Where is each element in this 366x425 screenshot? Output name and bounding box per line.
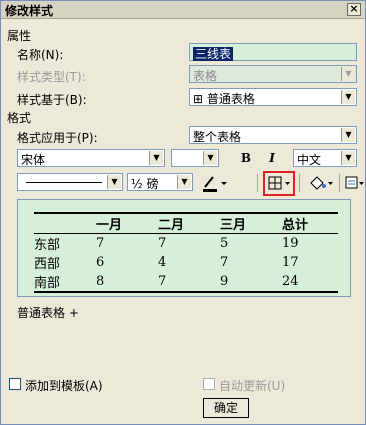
name-value: 三线表 (193, 47, 234, 61)
preview-header-cell: 二月 (158, 212, 220, 234)
chevron-down-icon: ▼ (107, 175, 121, 189)
based-on-label: 样式基于(B): (17, 93, 87, 107)
preview-cell: 南部 (34, 272, 96, 293)
dialog-title: 修改样式 (5, 4, 54, 18)
preview-cell: 19 (282, 236, 299, 251)
toolbar-separator (299, 174, 300, 192)
preview-cell: 6 (96, 255, 105, 270)
preview-header-cell: 总计 (282, 212, 338, 234)
chevron-down-icon: ▼ (341, 128, 355, 142)
style-type-value: 表格 (193, 69, 218, 83)
font-size-select[interactable]: ▼ (171, 149, 219, 167)
auto-update-checkbox[interactable] (203, 378, 215, 390)
font-select[interactable]: 宋体 ▼ (17, 149, 165, 167)
preview-cell: 24 (282, 272, 338, 293)
paint-bucket-icon (310, 176, 333, 190)
table-grid-icon: ⊞ (193, 92, 204, 106)
preview-header-cell: 三月 (220, 212, 282, 234)
line-weight-select[interactable]: ½ 磅 ▼ (127, 173, 193, 191)
style-type-select[interactable]: 表格 ▼ (189, 65, 357, 83)
close-button[interactable]: × (347, 3, 361, 16)
preview-header-cell (34, 212, 96, 234)
chevron-down-icon: ▼ (341, 151, 355, 165)
toolbar-separator (257, 174, 258, 192)
line-style-preview (26, 182, 102, 183)
shading-button[interactable] (305, 173, 335, 193)
preview-header-cell: 一月 (96, 212, 158, 234)
preview-table: 一月 二月 三月 总计 东部 7 7 5 19 西部 6 4 7 17 南部 8… (34, 212, 338, 293)
toolbar-separator (339, 174, 340, 192)
format-section-label: 格式 (7, 111, 32, 125)
auto-update-label: 自动更新(U) (219, 379, 286, 393)
ok-button[interactable]: 确定 (203, 398, 249, 418)
style-preview: 一月 二月 三月 总计 东部 7 7 5 19 西部 6 4 7 17 南部 8… (17, 199, 351, 297)
border-color-button[interactable] (199, 173, 229, 193)
line-weight-value: ½ 磅 (131, 177, 159, 191)
preview-cell: 7 (158, 236, 167, 251)
style-type-label: 样式类型(T): (17, 70, 86, 84)
chevron-down-icon: ▼ (341, 90, 355, 104)
add-to-template-checkbox[interactable] (9, 378, 21, 390)
modify-style-dialog: 修改样式 × 属性 名称(N): 三线表 样式类型(T): 表格 ▼ 样式基于(… (0, 0, 366, 425)
properties-section-label: 属性 (7, 29, 32, 43)
name-field[interactable]: 三线表 (189, 43, 357, 61)
bold-button[interactable]: B (237, 149, 255, 169)
apply-to-select[interactable]: 整个表格 ▼ (189, 126, 357, 144)
align-icon (345, 176, 364, 189)
borders-button-highlight (263, 171, 295, 196)
language-value: 中文 (297, 153, 322, 167)
apply-to-value: 整个表格 (193, 130, 242, 144)
alignment-button[interactable] (343, 173, 365, 193)
based-on-value: 普通表格 (206, 92, 255, 106)
style-description: 普通表格 + (17, 306, 79, 320)
title-bar: 修改样式 × (1, 1, 365, 19)
language-select[interactable]: 中文 ▼ (293, 149, 357, 167)
chevron-down-icon: ▼ (149, 151, 163, 165)
close-icon: × (349, 2, 359, 15)
pen-icon (203, 176, 227, 192)
preview-cell: 7 (220, 255, 229, 270)
preview-cell: 西部 (34, 257, 61, 272)
preview-cell: 4 (158, 255, 167, 270)
preview-cell: 8 (96, 272, 158, 293)
preview-cell: 9 (220, 272, 282, 293)
apply-to-label: 格式应用于(P): (17, 131, 98, 145)
name-label: 名称(N): (17, 48, 64, 62)
preview-row: 东部 7 7 5 19 (34, 234, 338, 253)
based-on-select[interactable]: ⊞ 普通表格 ▼ (189, 88, 357, 106)
font-value: 宋体 (21, 153, 46, 167)
preview-row: 西部 6 4 7 17 (34, 253, 338, 272)
preview-cell: 5 (220, 236, 229, 251)
preview-cell: 7 (96, 236, 105, 251)
preview-row: 南部 8 7 9 24 (34, 272, 338, 293)
line-style-select[interactable]: ▼ (17, 173, 123, 191)
chevron-down-icon: ▼ (203, 151, 217, 165)
preview-cell: 17 (282, 255, 299, 270)
italic-button[interactable]: I (263, 149, 281, 169)
preview-header-row: 一月 二月 三月 总计 (34, 212, 338, 234)
chevron-down-icon: ▼ (341, 67, 355, 81)
add-to-template-label: 添加到模板(A) (25, 379, 103, 393)
chevron-down-icon: ▼ (177, 175, 191, 189)
preview-cell: 7 (158, 272, 220, 293)
preview-cell: 东部 (34, 238, 61, 253)
